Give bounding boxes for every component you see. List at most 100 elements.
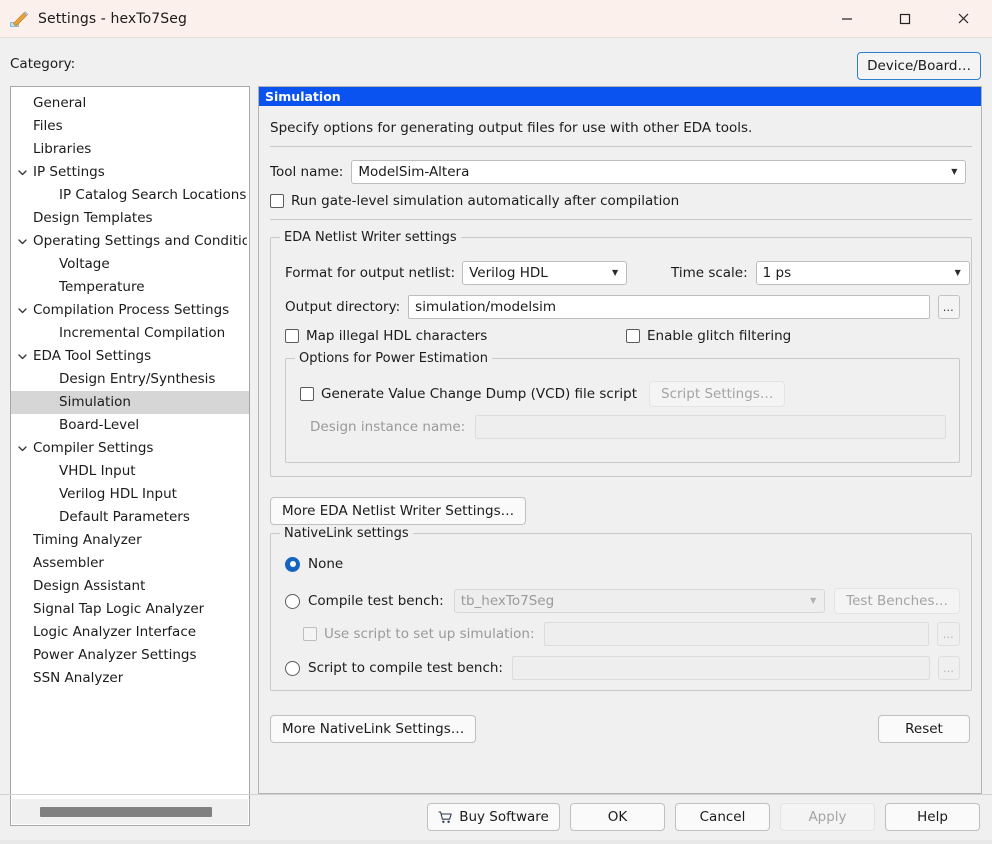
sidebar-item-vhdl-input[interactable]: VHDL Input: [11, 460, 249, 483]
sidebar-item-ip-catalog-search-locations[interactable]: IP Catalog Search Locations: [11, 184, 249, 207]
script-compile-input: [511, 656, 931, 680]
sidebar-item-power-analyzer-settings[interactable]: Power Analyzer Settings: [11, 644, 249, 667]
close-icon[interactable]: [934, 0, 992, 38]
sidebar-item-label: Temperature: [59, 279, 145, 295]
sidebar-item-label: Logic Analyzer Interface: [33, 624, 197, 640]
category-tree[interactable]: General Files Libraries IP Settings IP Catal…: [11, 92, 249, 795]
map-illegal-checkbox[interactable]: [285, 329, 299, 343]
use-script-row: Use script to set up simulation: …: [303, 622, 960, 646]
nativelink-group: NativeLink settings None Compile test be…: [270, 526, 972, 691]
chevron-down-icon[interactable]: [11, 236, 33, 247]
sidebar-item-incremental-compilation[interactable]: Incremental Compilation: [11, 322, 249, 345]
sidebar-item-label: SSN Analyzer: [33, 670, 124, 686]
sidebar-item-ssn-analyzer[interactable]: SSN Analyzer: [11, 667, 249, 690]
sidebar-item-board-level[interactable]: Board-Level: [11, 414, 249, 437]
map-illegal-row[interactable]: Map illegal HDL characters: [285, 328, 487, 344]
sidebar-item-eda-tool-settings[interactable]: EDA Tool Settings: [11, 345, 249, 368]
sidebar-item-signal-tap-logic-analyzer[interactable]: Signal Tap Logic Analyzer: [11, 598, 249, 621]
sidebar-item-label: Assembler: [33, 555, 104, 571]
panel-header: Simulation: [259, 87, 981, 106]
compile-test-bench-select: tb_hexTo7Seg ▼: [453, 589, 826, 613]
map-illegal-label: Map illegal HDL characters: [306, 328, 488, 344]
design-instance-row: Design instance name:: [310, 415, 950, 439]
glitch-filter-row[interactable]: Enable glitch filtering: [626, 328, 791, 344]
apply-button: Apply: [780, 803, 875, 831]
vcd-checkbox[interactable]: [300, 387, 314, 401]
sidebar-item-label: EDA Tool Settings: [33, 348, 152, 364]
script-compile-browse-button: …: [938, 656, 960, 680]
nativelink-none-radio[interactable]: [285, 556, 300, 572]
maximize-icon[interactable]: [876, 0, 934, 38]
sidebar-item-temperature[interactable]: Temperature: [11, 276, 249, 299]
more-nativelink-settings-button[interactable]: More NativeLink Settings…: [270, 715, 477, 743]
vcd-row[interactable]: Generate Value Change Dump (VCD) file sc…: [300, 381, 786, 407]
sidebar-item-ip-settings[interactable]: IP Settings: [11, 161, 249, 184]
format-select[interactable]: Verilog HDL ▼: [462, 261, 628, 285]
category-label: Category:: [10, 56, 76, 72]
sidebar-item-design-templates[interactable]: Design Templates: [11, 207, 249, 230]
category-tree-panel: General Files Libraries IP Settings IP Catal…: [10, 86, 250, 826]
run-gate-level-row[interactable]: Run gate-level simulation automatically …: [270, 193, 679, 209]
sidebar-item-label: Signal Tap Logic Analyzer: [33, 601, 205, 617]
format-value: Verilog HDL: [469, 265, 548, 281]
buy-software-label: Buy Software: [459, 809, 549, 825]
sidebar-item-label: Voltage: [59, 256, 110, 272]
script-compile-row[interactable]: Script to compile test bench: …: [285, 656, 960, 680]
tool-name-select[interactable]: ModelSim-Altera ▼: [351, 160, 967, 184]
reset-button[interactable]: Reset: [878, 715, 970, 743]
sidebar-item-libraries[interactable]: Libraries: [11, 138, 249, 161]
sidebar-item-operating-settings-and-conditions[interactable]: Operating Settings and Conditions: [11, 230, 249, 253]
panel-description: Specify options for generating output fi…: [270, 120, 753, 136]
simulation-settings-panel: Simulation Specify options for generatin…: [258, 86, 982, 794]
script-settings-button: Script Settings…: [649, 381, 786, 407]
output-directory-browse-button[interactable]: …: [937, 295, 960, 319]
cancel-button[interactable]: Cancel: [675, 803, 770, 831]
sidebar-item-timing-analyzer[interactable]: Timing Analyzer: [11, 529, 249, 552]
sidebar-item-logic-analyzer-interface[interactable]: Logic Analyzer Interface: [11, 621, 249, 644]
minimize-icon[interactable]: [818, 0, 876, 38]
compile-test-bench-radio[interactable]: [285, 593, 300, 609]
sidebar-item-design-entry-synthesis[interactable]: Design Entry/Synthesis: [11, 368, 249, 391]
glitch-filter-checkbox[interactable]: [626, 329, 640, 343]
sidebar-item-voltage[interactable]: Voltage: [11, 253, 249, 276]
tool-name-label: Tool name:: [270, 164, 344, 180]
sidebar-item-compiler-settings[interactable]: Compiler Settings: [11, 437, 249, 460]
chevron-down-icon[interactable]: [11, 305, 33, 316]
chevron-down-icon[interactable]: [11, 167, 33, 178]
test-benches-button: Test Benches…: [834, 588, 960, 614]
eda-netlist-writer-group: EDA Netlist Writer settings Format for o…: [270, 230, 972, 477]
chevron-down-icon[interactable]: [11, 351, 33, 362]
timescale-select[interactable]: 1 ps ▼: [755, 261, 970, 285]
compile-test-bench-row[interactable]: Compile test bench: tb_hexTo7Seg ▼ Test …: [285, 588, 960, 614]
output-directory-input[interactable]: simulation/modelsim: [408, 295, 930, 319]
timescale-label: Time scale:: [671, 265, 748, 281]
sidebar-item-default-parameters[interactable]: Default Parameters: [11, 506, 249, 529]
ok-button[interactable]: OK: [570, 803, 665, 831]
device-board-button[interactable]: Device/Board…: [857, 52, 981, 80]
chevron-down-icon[interactable]: [11, 443, 33, 454]
sidebar-item-label: IP Settings: [33, 164, 105, 180]
sidebar-item-design-assistant[interactable]: Design Assistant: [11, 575, 249, 598]
sidebar-item-general[interactable]: General: [11, 92, 249, 115]
script-compile-radio[interactable]: [285, 660, 300, 676]
sidebar-item-assembler[interactable]: Assembler: [11, 552, 249, 575]
sidebar-item-simulation[interactable]: Simulation: [11, 391, 249, 414]
help-button[interactable]: Help: [885, 803, 980, 831]
sidebar-item-label: Compilation Process Settings: [33, 302, 230, 318]
run-gate-level-checkbox[interactable]: [270, 194, 284, 208]
sidebar-item-verilog-hdl-input[interactable]: Verilog HDL Input: [11, 483, 249, 506]
use-script-input: [543, 622, 930, 646]
dialog-footer: Buy Software OK Cancel Apply Help: [0, 795, 992, 839]
nativelink-none-row[interactable]: None: [285, 556, 343, 572]
more-eda-netlist-writer-settings-button[interactable]: More EDA Netlist Writer Settings…: [270, 497, 527, 525]
sidebar-item-label: Files: [33, 118, 63, 134]
format-row: Format for output netlist: Verilog HDL ▼: [285, 261, 628, 285]
sidebar-item-label: Operating Settings and Conditions: [33, 233, 247, 249]
buy-software-button[interactable]: Buy Software: [427, 803, 560, 831]
tool-name-row: Tool name: ModelSim-Altera ▼: [270, 160, 972, 184]
output-directory-row: Output directory: simulation/modelsim …: [285, 295, 960, 319]
sidebar-item-compilation-process-settings[interactable]: Compilation Process Settings: [11, 299, 249, 322]
timescale-value: 1 ps: [762, 265, 792, 281]
window-title: Settings - hexTo7Seg: [38, 10, 187, 27]
sidebar-item-files[interactable]: Files: [11, 115, 249, 138]
